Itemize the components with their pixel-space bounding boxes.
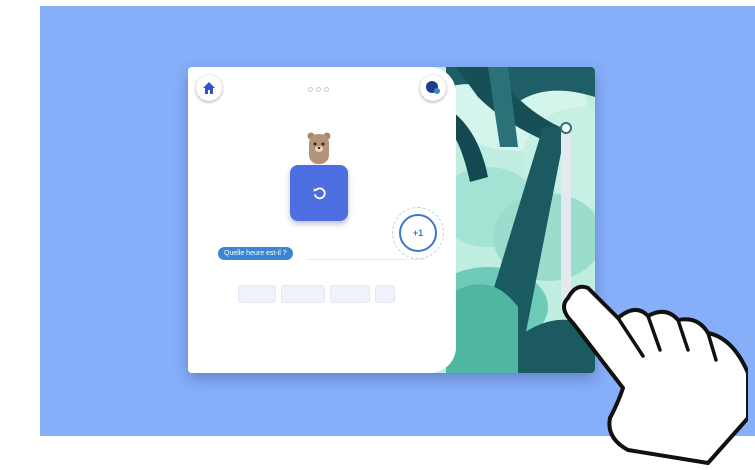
prompt-bubble: Quelle heure est-il ? xyxy=(218,247,293,260)
slider-handle[interactable] xyxy=(560,122,572,134)
bear-character-icon xyxy=(307,132,331,164)
answer-tile[interactable] xyxy=(330,285,370,303)
answer-line xyxy=(308,259,426,260)
answer-tile[interactable] xyxy=(238,285,276,303)
app-screen: +1 Quelle heure est-il ? xyxy=(188,67,595,373)
audio-card[interactable] xyxy=(290,165,348,221)
page-dot xyxy=(308,87,313,92)
profile-icon xyxy=(426,81,440,94)
answer-tiles xyxy=(238,285,395,303)
points-badge[interactable]: +1 xyxy=(399,214,437,252)
page-indicator xyxy=(308,87,329,92)
profile-button[interactable] xyxy=(420,75,446,101)
home-icon xyxy=(203,82,215,94)
answer-tile[interactable] xyxy=(375,285,395,303)
exercise-panel: +1 Quelle heure est-il ? xyxy=(188,67,456,373)
page-dot xyxy=(316,87,321,92)
answer-tile[interactable] xyxy=(281,285,325,303)
page-dot xyxy=(324,87,329,92)
home-button[interactable] xyxy=(196,75,222,101)
pointing-hand-icon xyxy=(562,284,748,465)
undo-icon xyxy=(313,187,326,200)
